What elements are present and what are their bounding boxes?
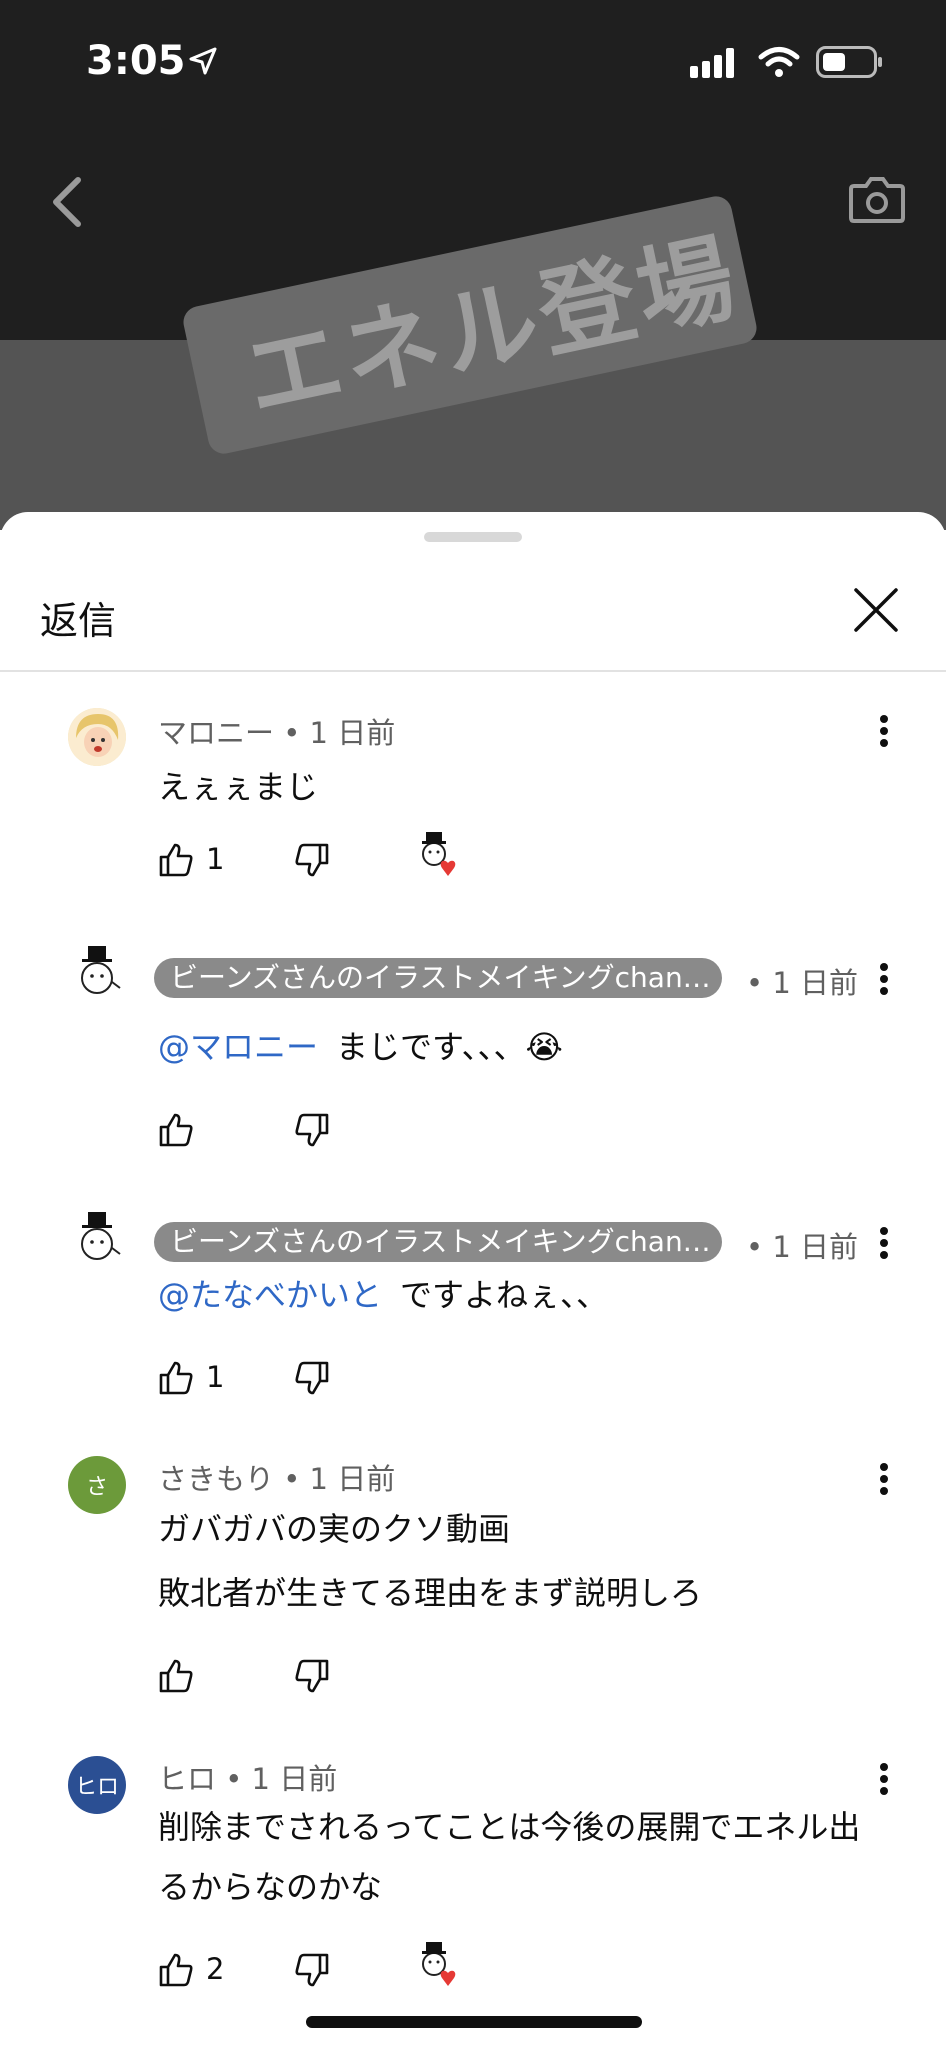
comment-age: • 1 日前	[746, 1230, 858, 1264]
camera-icon[interactable]	[848, 174, 906, 224]
creator-heart-icon	[422, 1942, 456, 1986]
comment-author[interactable]: マロニー	[158, 716, 274, 750]
signal-icon	[690, 48, 734, 78]
home-indicator[interactable]	[306, 2016, 642, 2028]
comment-meta: ヒロ • 1 日前	[158, 1756, 337, 1798]
creator-heart-icon	[422, 832, 456, 876]
like-icon[interactable]	[158, 842, 194, 878]
avatar[interactable]: さ	[68, 1456, 126, 1514]
dislike-icon[interactable]	[294, 1112, 330, 1148]
status-time: 3:05	[86, 38, 186, 84]
like-icon[interactable]	[158, 1112, 194, 1148]
dislike-icon[interactable]	[294, 1952, 330, 1988]
comment-author[interactable]: ヒロ	[158, 1762, 216, 1796]
comment-text: ガバガバの実のクソ動画	[158, 1510, 511, 1548]
like-count: 1	[206, 842, 225, 876]
comment-text: えぇぇまじ	[158, 768, 319, 806]
like-icon[interactable]	[158, 1360, 194, 1396]
comment-meta: マロニー • 1 日前	[158, 710, 395, 752]
comment-author[interactable]: さきもり	[158, 1462, 274, 1496]
comment-meta: さきもり • 1 日前	[158, 1456, 395, 1498]
comment-body: まじです、、、😭	[336, 1028, 563, 1066]
comment-age: • 1 日前	[283, 1462, 396, 1496]
battery-icon	[816, 46, 882, 78]
comment-text-line2: るからなのかな	[158, 1868, 383, 1906]
creator-avatar-icon	[81, 1212, 121, 1260]
avatar[interactable]	[68, 1210, 126, 1268]
creator-name-badge[interactable]: ビーンズさんのイラストメイキングchan…	[154, 958, 722, 998]
avatar[interactable]	[68, 708, 126, 766]
replies-sheet: 返信 マロニー • 1 日前 えぇぇまじ 1 ビーンズさんのイラストメイキングc…	[0, 512, 946, 2048]
sheet-title: 返信	[40, 599, 117, 643]
more-options-icon[interactable]	[878, 1462, 890, 1496]
more-options-icon[interactable]	[878, 1762, 890, 1796]
avatar[interactable]: ヒロ	[68, 1756, 126, 1814]
comment-body: ですよねぇ、、	[400, 1276, 609, 1314]
comment-age: • 1 日前	[746, 966, 858, 1000]
like-icon[interactable]	[158, 1658, 194, 1694]
more-options-icon[interactable]	[878, 962, 890, 996]
comment-text-line2: 敗北者が生きてる理由をまず説明しろ	[158, 1574, 703, 1612]
like-icon[interactable]	[158, 1952, 194, 1988]
location-arrow-icon	[189, 47, 217, 75]
close-icon[interactable]	[852, 586, 900, 634]
back-arrow-icon[interactable]	[48, 174, 88, 230]
comment-age: • 1 日前	[225, 1762, 338, 1796]
comment-text: @たなべかいと ですよねぇ、、	[158, 1270, 608, 1316]
status-bar: 3:05	[0, 0, 946, 120]
creator-avatar-icon	[81, 946, 121, 994]
comment-text: 削除までされるってことは今後の展開でエネル出	[158, 1808, 861, 1846]
dislike-icon[interactable]	[294, 1658, 330, 1694]
like-count: 1	[206, 1360, 225, 1394]
mention-link[interactable]: @マロニー	[158, 1028, 318, 1066]
avatar[interactable]	[68, 944, 126, 1002]
comment-age: • 1 日前	[283, 716, 396, 750]
wifi-icon	[758, 47, 800, 77]
comment-text: @マロニー まじです、、、😭	[158, 1022, 563, 1068]
more-options-icon[interactable]	[878, 714, 890, 748]
like-count: 2	[206, 1952, 225, 1986]
dislike-icon[interactable]	[294, 842, 330, 878]
sheet-grab-handle[interactable]	[424, 532, 522, 542]
dislike-icon[interactable]	[294, 1360, 330, 1396]
header-divider	[0, 670, 946, 672]
creator-name-badge[interactable]: ビーンズさんのイラストメイキングchan…	[154, 1222, 722, 1262]
mention-link[interactable]: @たなべかいと	[158, 1276, 382, 1314]
more-options-icon[interactable]	[878, 1226, 890, 1260]
girl-avatar-icon	[68, 708, 126, 766]
